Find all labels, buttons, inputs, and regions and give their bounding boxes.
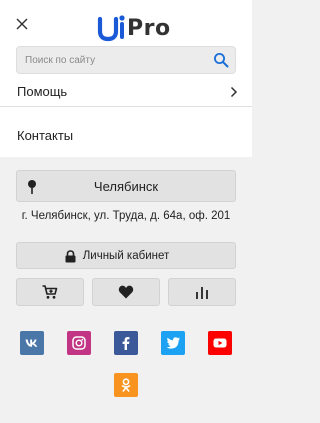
chevron-right-icon <box>230 86 238 98</box>
twitter-link[interactable] <box>161 331 185 355</box>
city-label: Челябинск <box>93 178 159 194</box>
instagram-link[interactable] <box>67 331 91 355</box>
menu-item-contacts[interactable]: Контакты <box>0 118 252 152</box>
youtube-link[interactable] <box>208 331 232 355</box>
odnoklassniki-link[interactable] <box>114 373 138 397</box>
nav-menu: Помощь Контакты <box>0 80 252 157</box>
youtube-icon <box>213 338 227 348</box>
odnoklassniki-icon <box>121 378 131 392</box>
logo-mark-icon <box>97 15 125 42</box>
cart-icon <box>42 285 58 299</box>
menu-item-help[interactable]: Помощь <box>0 76 252 107</box>
lock-icon <box>65 250 76 263</box>
vk-link[interactable] <box>20 331 44 355</box>
search-icon[interactable] <box>213 52 229 68</box>
personal-account-button[interactable]: Личный кабинет <box>16 242 236 269</box>
search-box <box>16 46 236 74</box>
menu-item-label: Помощь <box>17 83 68 99</box>
vk-icon <box>25 339 38 347</box>
city-selector-button[interactable]: Челябинск <box>16 170 236 202</box>
compare-button[interactable] <box>168 278 236 306</box>
search-input[interactable] <box>17 47 207 73</box>
logo-text: Pro <box>127 15 171 41</box>
twitter-icon <box>166 337 180 349</box>
instagram-icon <box>72 336 86 350</box>
map-pin-icon <box>28 180 36 194</box>
logo[interactable]: Pro <box>96 13 171 43</box>
menu-header: Pro <box>0 0 252 80</box>
cart-button[interactable] <box>16 278 84 306</box>
facebook-icon <box>122 337 130 350</box>
personal-account-label: Личный кабинет <box>82 249 170 262</box>
menu-item-label: Контакты <box>17 127 74 143</box>
facebook-link[interactable] <box>114 331 138 355</box>
heart-icon <box>118 285 134 299</box>
close-icon[interactable] <box>14 16 30 32</box>
favorites-button[interactable] <box>92 278 160 306</box>
office-address: г. Челябинск, ул. Труда, д. 64а, оф. 201 <box>21 210 231 222</box>
compare-icon <box>196 287 208 299</box>
